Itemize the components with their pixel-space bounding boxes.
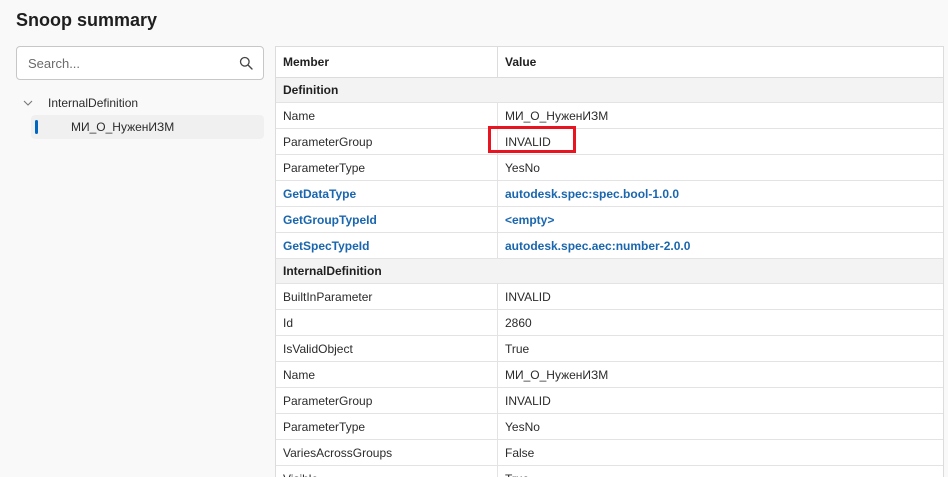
member-cell[interactable]: GetGroupTypeId (276, 207, 498, 232)
value-cell: 2860 (505, 315, 532, 330)
chevron-down-icon[interactable] (22, 97, 34, 109)
value-cell: INVALID (505, 289, 551, 304)
value-cell: YesNo (505, 419, 540, 434)
value-cell[interactable]: autodesk.spec.aec:number-2.0.0 (498, 233, 943, 258)
value-cell: True (505, 341, 530, 356)
tree-item-label: МИ_О_НуженИЗМ (71, 120, 175, 134)
member-cell: Visible (276, 466, 498, 477)
member-cell: Name (276, 103, 498, 128)
group-header-definition[interactable]: Definition (276, 78, 943, 103)
search-box[interactable] (16, 46, 264, 80)
value-cell: True (498, 466, 943, 477)
member-cell: ParameterGroup (276, 388, 498, 413)
column-header-value[interactable]: Value (498, 47, 943, 77)
table-row[interactable]: ParameterType YesNo (276, 414, 943, 440)
value-cell: YesNo (505, 160, 540, 175)
value-cell: МИ_О_НуженИЗМ (505, 108, 609, 123)
tree-item-selected[interactable]: МИ_О_НуженИЗМ (31, 115, 264, 139)
column-header-member[interactable]: Member (276, 47, 498, 77)
table-row[interactable]: Id 2860 (276, 310, 943, 336)
selection-indicator (35, 120, 38, 134)
member-cell: VariesAcrossGroups (276, 440, 498, 465)
tree-item-internal-definition[interactable]: InternalDefinition (22, 93, 138, 113)
table-row-navigable[interactable]: GetSpecTypeId autodesk.spec.aec:number-2… (276, 233, 943, 259)
group-header-internal-definition[interactable]: InternalDefinition (276, 259, 943, 284)
table-row[interactable]: ParameterType YesNo (276, 155, 943, 181)
value-cell: INVALID (505, 393, 551, 408)
table-row[interactable]: Name МИ_О_НуженИЗМ (276, 103, 943, 129)
tree-item-label: InternalDefinition (48, 96, 139, 110)
member-cell: ParameterGroup (276, 129, 498, 154)
table-row[interactable]: IsValidObject True (276, 336, 943, 362)
grid-header: Member Value (276, 47, 943, 78)
value-cell: МИ_О_НуженИЗМ (505, 367, 609, 382)
member-cell: ParameterType (276, 155, 498, 180)
snoop-grid: Member Value Definition Name МИ_О_НуженИ… (275, 46, 944, 477)
member-cell[interactable]: GetSpecTypeId (276, 233, 498, 258)
snoop-window: Snoop summary InternalDefinition МИ_О_Ну… (0, 0, 948, 477)
table-row-navigable[interactable]: GetDataType autodesk.spec:spec.bool-1.0.… (276, 181, 943, 207)
search-icon[interactable] (239, 56, 253, 70)
search-input[interactable] (17, 47, 238, 79)
value-cell: INVALID (505, 134, 551, 149)
page-title: Snoop summary (16, 10, 158, 30)
value-cell[interactable]: autodesk.spec:spec.bool-1.0.0 (498, 181, 943, 206)
member-cell: ParameterType (276, 414, 498, 439)
table-row[interactable]: ParameterGroup INVALID (276, 129, 943, 155)
member-cell: IsValidObject (276, 336, 498, 361)
table-row[interactable]: VariesAcrossGroups False (276, 440, 943, 466)
table-row[interactable]: ParameterGroup INVALID (276, 388, 943, 414)
table-row[interactable]: BuiltInParameter INVALID (276, 284, 943, 310)
member-cell: Id (276, 310, 498, 335)
value-cell: False (505, 445, 535, 460)
table-row[interactable]: Name МИ_О_НуженИЗМ (276, 362, 943, 388)
value-cell[interactable]: <empty> (498, 207, 943, 232)
member-cell[interactable]: GetDataType (276, 181, 498, 206)
table-row-navigable[interactable]: GetGroupTypeId <empty> (276, 207, 943, 233)
member-cell: BuiltInParameter (276, 284, 498, 309)
member-cell: Name (276, 362, 498, 387)
table-row[interactable]: Visible True (276, 466, 943, 477)
